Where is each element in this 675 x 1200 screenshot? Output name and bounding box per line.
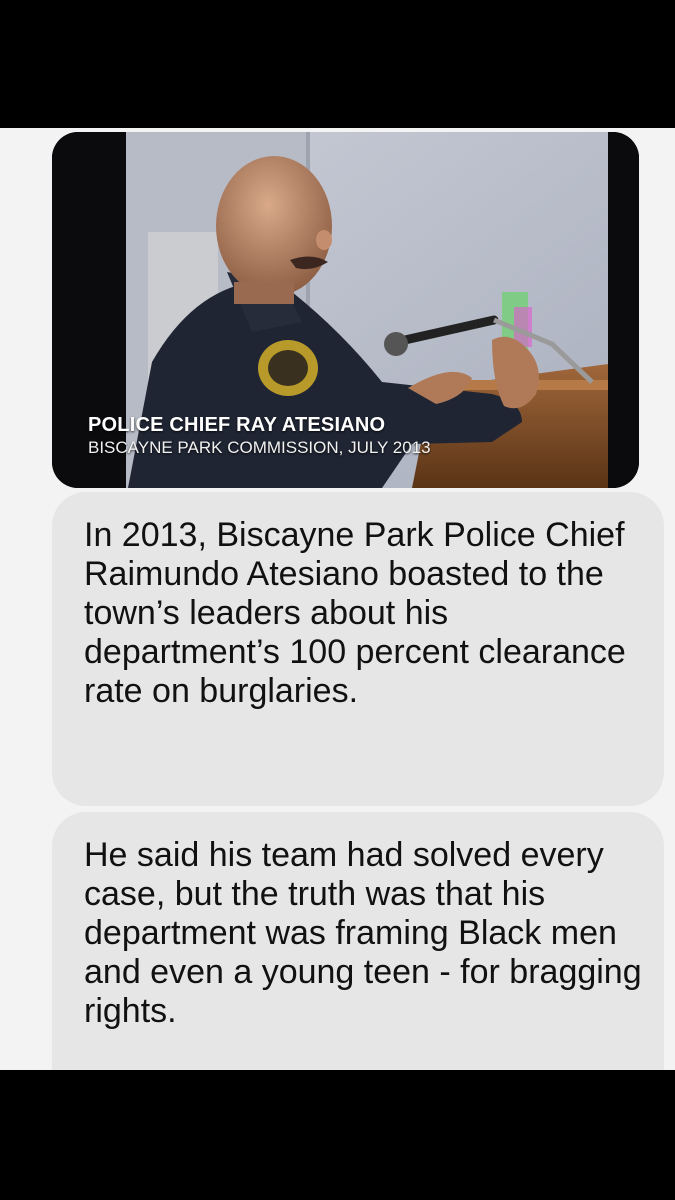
video-caption: POLICE CHIEF RAY ATESIANO BISCAYNE PARK … bbox=[88, 414, 431, 458]
message-text: In 2013, Biscayne Park Police Chief Raim… bbox=[84, 516, 626, 710]
bottom-letterbox bbox=[0, 1070, 675, 1200]
caption-title: POLICE CHIEF RAY ATESIANO bbox=[88, 414, 386, 436]
caption-subtitle: BISCAYNE PARK COMMISSION, JULY 2013 bbox=[88, 438, 431, 457]
message-bubble[interactable]: In 2013, Biscayne Park Police Chief Raim… bbox=[52, 492, 664, 806]
message-text: He said his team had solved every case, … bbox=[84, 836, 642, 1030]
message-bubble[interactable]: He said his team had solved every case, … bbox=[52, 812, 664, 1070]
message-thread[interactable]: POLICE CHIEF RAY ATESIANO BISCAYNE PARK … bbox=[0, 128, 675, 1070]
video-thumbnail-bubble[interactable]: POLICE CHIEF RAY ATESIANO BISCAYNE PARK … bbox=[52, 132, 639, 488]
top-letterbox bbox=[0, 0, 675, 128]
